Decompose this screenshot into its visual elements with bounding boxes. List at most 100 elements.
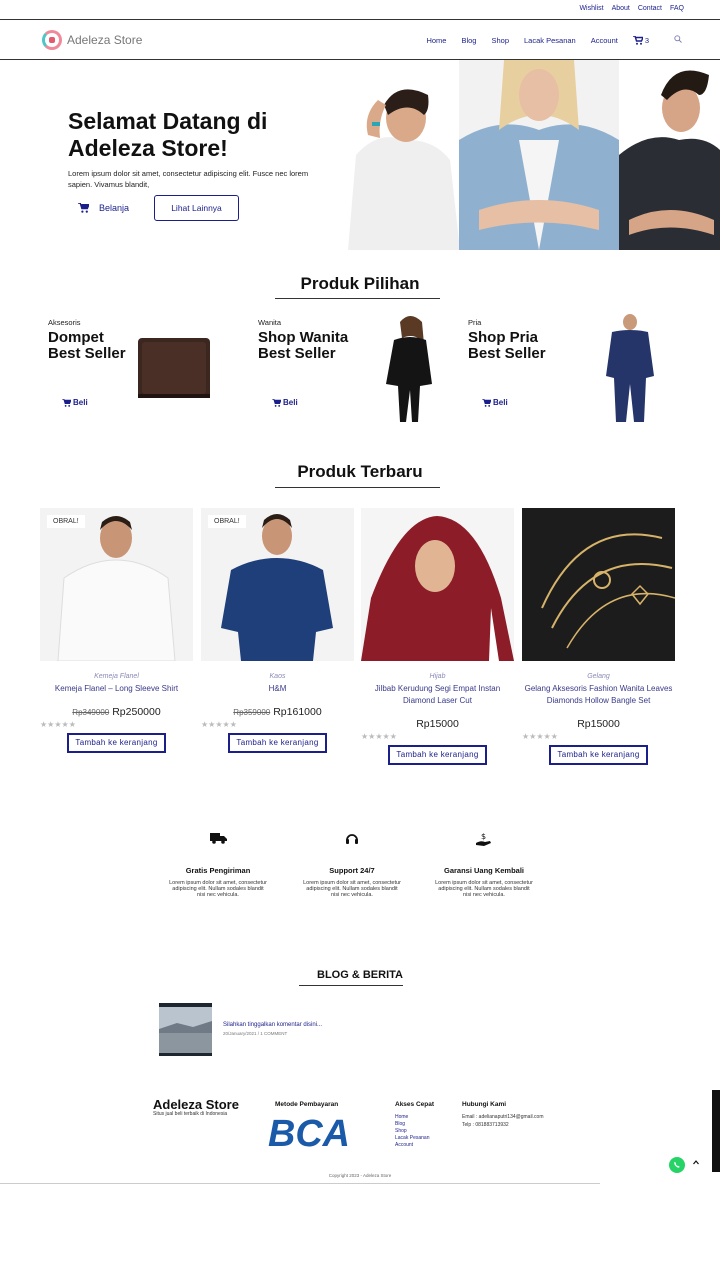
- sale-badge: OBRAL!: [208, 515, 246, 528]
- featured-buy-label: Beli: [73, 398, 88, 407]
- scroll-to-top-button[interactable]: [693, 1160, 699, 1167]
- contact-title: Hubungi Kami: [462, 1101, 507, 1108]
- rating-stars: ★★★★★: [522, 732, 558, 741]
- product-image[interactable]: OBRAL!: [40, 508, 193, 661]
- add-to-cart-button[interactable]: Tambah ke keranjang: [67, 733, 166, 753]
- whatsapp-button[interactable]: [669, 1157, 685, 1173]
- feature-title: Gratis Pengiriman: [185, 866, 251, 875]
- add-to-cart-button[interactable]: Tambah ke keranjang: [549, 745, 648, 765]
- rating-stars: ★★★★★: [40, 720, 76, 729]
- cart-button[interactable]: 3: [632, 35, 649, 45]
- product-category[interactable]: Kaos: [201, 673, 354, 680]
- tshirt-image: [201, 508, 354, 661]
- rating-stars: ★★★★★: [201, 720, 237, 729]
- product-current-price: Rp161000: [273, 706, 322, 718]
- product-price: Rp359000 Rp161000: [201, 706, 354, 718]
- product-current-price: Rp250000: [112, 706, 161, 718]
- featured-name: Shop Pria Best Seller: [468, 330, 598, 362]
- featured-category: Pria: [468, 318, 482, 327]
- product-card: Gelang Gelang Aksesoris Fashion Wanita L…: [522, 508, 675, 765]
- blog-post-link[interactable]: Silahkan tinggalkan komentar disini...: [223, 1022, 322, 1028]
- headset-icon: [346, 834, 358, 844]
- product-title[interactable]: H&M: [201, 683, 354, 707]
- footer-link-lacak-pesanan[interactable]: Lacak Pesanan: [395, 1135, 429, 1142]
- flannel-shirt-image: [40, 508, 193, 661]
- logo-text: Adeleza Store: [67, 33, 143, 47]
- blog-title: BLOG & BERITA: [317, 969, 403, 981]
- nav-blog[interactable]: Blog: [461, 36, 476, 45]
- blog-thumbnail[interactable]: [159, 1003, 212, 1056]
- footer-link-blog[interactable]: Blog: [395, 1121, 429, 1128]
- nav-home[interactable]: Home: [426, 36, 446, 45]
- top-bar: Wishlist About Contact FAQ: [0, 0, 720, 20]
- product-current-price: Rp15000: [577, 718, 620, 730]
- feature-text: Lorem ipsum dolor sit amet, consectetur …: [435, 880, 533, 898]
- cart-icon: [632, 35, 643, 45]
- lihat-lainnya-button[interactable]: Lihat Lainnya: [154, 195, 239, 221]
- hijab-image: [361, 508, 514, 661]
- featured-card-dompet: Aksesoris Dompet Best Seller Beli: [48, 314, 248, 424]
- product-image[interactable]: [361, 508, 514, 661]
- woman-model-image: [386, 316, 432, 422]
- product-category[interactable]: Hijab: [361, 673, 514, 680]
- payment-title: Metode Pembayaran: [275, 1101, 339, 1108]
- hero-title-line2: Adeleza Store!: [68, 135, 228, 161]
- cart-icon: [272, 398, 281, 407]
- logo[interactable]: Adeleza Store: [42, 30, 142, 50]
- add-to-cart-button[interactable]: Tambah ke keranjang: [228, 733, 327, 753]
- logo-icon: [42, 30, 62, 50]
- hero-model-man-right: [619, 60, 720, 250]
- add-to-cart-button[interactable]: Tambah ke keranjang: [388, 745, 487, 765]
- belanja-button[interactable]: Belanja: [78, 200, 129, 216]
- footer-tagline: Situs jual beli terbaik di Indonesia: [153, 1111, 228, 1117]
- latest-title: Produk Terbaru: [297, 462, 423, 481]
- blog-title-underline: [299, 985, 403, 986]
- product-old-price: Rp349000: [72, 708, 110, 717]
- cart-icon: [62, 398, 71, 407]
- latest-title-underline: [275, 487, 440, 488]
- product-title[interactable]: Gelang Aksesoris Fashion Wanita Leaves D…: [522, 683, 675, 719]
- featured-name-line1: Shop Wanita: [258, 329, 349, 346]
- feature-text: Lorem ipsum dolor sit amet, consectetur …: [169, 880, 267, 898]
- product-card: OBRAL! Kemeja Flanel Kemeja Flanel – Lon…: [40, 508, 193, 753]
- blog-post-meta: 20/January/2021 / 1 COMMENT: [223, 1031, 288, 1036]
- faq-link[interactable]: FAQ: [670, 5, 684, 12]
- product-image[interactable]: OBRAL!: [201, 508, 354, 661]
- featured-name-line2: Best Seller: [258, 345, 336, 362]
- cart-count: 3: [644, 35, 649, 45]
- hero-model-man-left: [338, 60, 460, 250]
- product-title[interactable]: Jilbab Kerudung Segi Empat Instan Diamon…: [361, 683, 514, 719]
- featured-title: Produk Pilihan: [300, 274, 420, 293]
- feature-money-back: $ Garansi Uang Kembali Lorem ipsum dolor…: [434, 832, 534, 898]
- wishlist-link[interactable]: Wishlist: [579, 5, 603, 12]
- product-image[interactable]: [522, 508, 675, 661]
- featured-card-pria: Pria Shop Pria Best Seller Beli: [468, 314, 668, 424]
- product-card: Hijab Jilbab Kerudung Segi Empat Instan …: [361, 508, 514, 765]
- product-category[interactable]: Kemeja Flanel: [40, 673, 193, 680]
- product-old-price: Rp359000: [233, 708, 271, 717]
- featured-category: Wanita: [258, 318, 282, 327]
- product-category[interactable]: Gelang: [522, 673, 675, 680]
- side-panel-edge: [712, 1090, 720, 1172]
- footer-link-shop[interactable]: Shop: [395, 1128, 429, 1135]
- search-icon: [674, 35, 682, 43]
- featured-title-underline: [275, 298, 440, 299]
- footer-link-home[interactable]: Home: [395, 1114, 429, 1121]
- featured-buy-button[interactable]: Beli: [62, 398, 88, 407]
- contact-phone: Telp : 081883713932: [462, 1121, 509, 1128]
- main-nav: Home Blog Shop Lacak Pesanan Account 3: [426, 35, 682, 45]
- nav-account[interactable]: Account: [591, 36, 618, 45]
- about-link[interactable]: About: [612, 5, 630, 12]
- featured-buy-button[interactable]: Beli: [482, 398, 508, 407]
- nav-shop[interactable]: Shop: [491, 36, 509, 45]
- contact-link[interactable]: Contact: [638, 5, 662, 12]
- product-current-price: Rp15000: [416, 718, 459, 730]
- whatsapp-icon: [674, 1161, 680, 1168]
- nav-lacak-pesanan[interactable]: Lacak Pesanan: [524, 36, 576, 45]
- search-button[interactable]: [674, 35, 682, 45]
- cart-icon: [78, 203, 89, 213]
- contact-info: Email : adelianaputri134@gmail.com Telp …: [462, 1114, 544, 1129]
- footer-link-account[interactable]: Account: [395, 1142, 429, 1149]
- product-title[interactable]: Kemeja Flanel – Long Sleeve Shirt: [40, 683, 193, 707]
- featured-buy-button[interactable]: Beli: [272, 398, 298, 407]
